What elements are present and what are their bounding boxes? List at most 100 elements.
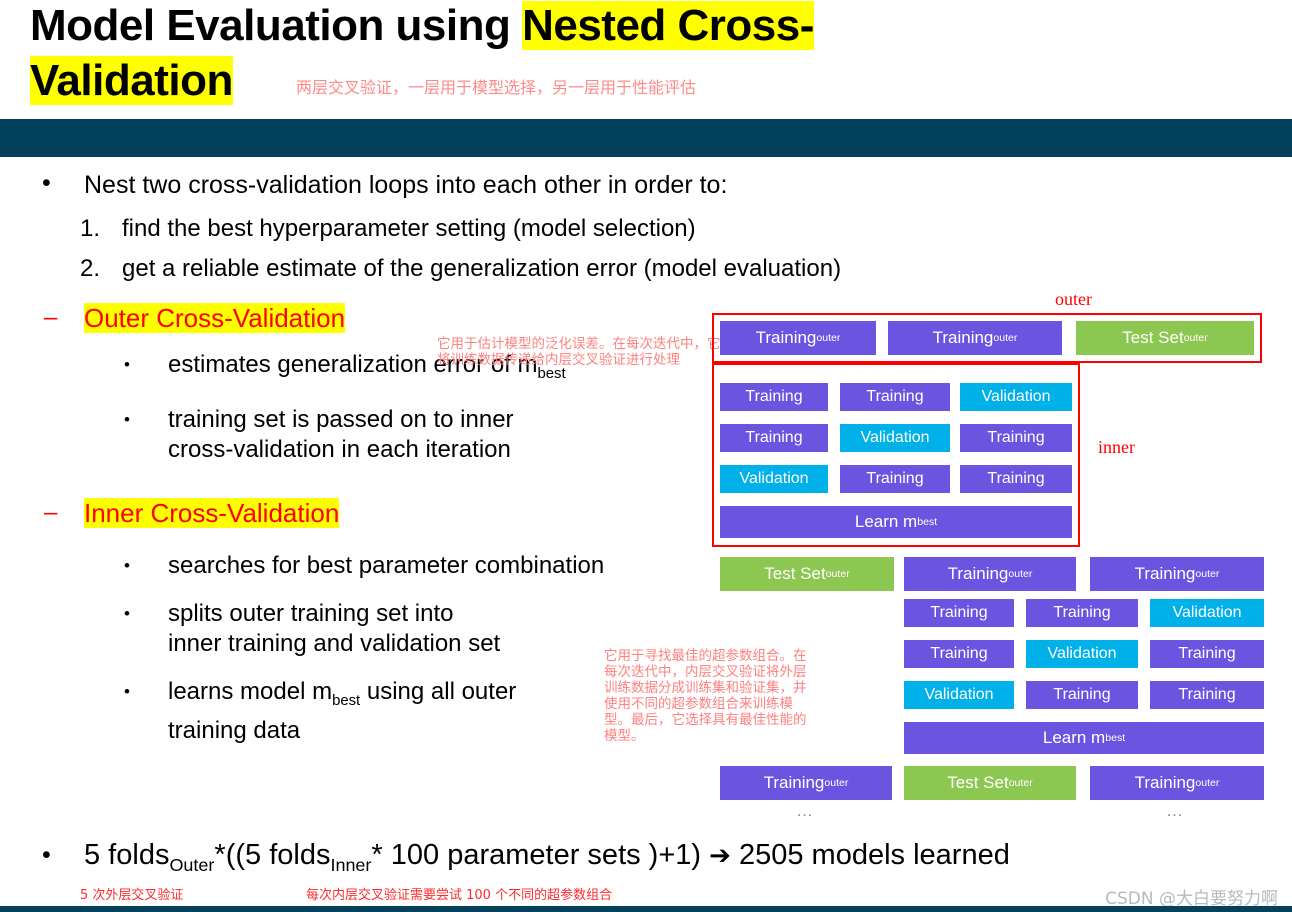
block-test-set-outer: Test Set outer xyxy=(904,766,1076,800)
block-training: Training xyxy=(904,640,1014,668)
sub-bullet-icon: • xyxy=(124,555,130,575)
dash-marker-icon: – xyxy=(44,304,58,331)
block-validation: Validation xyxy=(904,681,1014,709)
block-sub: outer xyxy=(1195,568,1220,580)
outer-point-2-cont-text: cross-validation in each iteration xyxy=(168,435,511,463)
block-training: Training xyxy=(960,424,1072,452)
block-sub: best xyxy=(1105,732,1126,744)
bullet-lead: • Nest two cross-validation loops into e… xyxy=(0,169,760,200)
block-learn-mbest: Learn m best xyxy=(904,722,1264,754)
bullet-marker-icon: • xyxy=(42,169,51,197)
block-sub: outer xyxy=(1195,777,1220,789)
summary-annotation-right-cn: 每次内层交叉验证需要尝试 100 个不同的超参数组合 xyxy=(306,888,613,903)
block-label: Validation xyxy=(1047,645,1117,662)
title-plain-text: Model Evaluation using xyxy=(30,1,523,50)
block-label: Training xyxy=(755,328,817,347)
block-label: Training xyxy=(930,645,988,662)
inner-point-1-text: searches for best parameter combination xyxy=(168,551,605,579)
block-label: Training xyxy=(1053,604,1111,621)
block-sub: outer xyxy=(1008,568,1033,580)
block-sub: outer xyxy=(816,332,841,344)
inner-cv-heading: Inner Cross-Validation xyxy=(84,497,340,528)
block-learn-mbest: Learn m best xyxy=(720,506,1072,538)
summary-part-3: * 100 parameter sets )+1) xyxy=(371,839,710,871)
numbered-item-2: 2. get a reliable estimate of the genera… xyxy=(0,254,841,284)
summary-annotation-left-cn: 5 次外层交叉验证 xyxy=(80,888,184,903)
block-label: Validation xyxy=(860,429,930,446)
block-training-outer: Training outer xyxy=(720,321,876,355)
block-label: Training xyxy=(1134,773,1196,792)
numbered-item-1-text: find the best hyperparameter setting (mo… xyxy=(122,215,696,242)
nested-cv-diagram: outer inner Training outer Training outer … xyxy=(700,285,1292,820)
outer-cv-annotation-cn: 它用于估计模型的泛化误差。在每次迭代中，它将训练数据传递给内层交叉验证进行处理 xyxy=(437,336,721,368)
inner-point-2-cont-text: inner training and validation set xyxy=(168,629,501,657)
block-label: Training xyxy=(1134,564,1196,583)
block-training-outer: Training outer xyxy=(888,321,1062,355)
numbered-item-2-text: get a reliable estimate of the generaliz… xyxy=(122,255,842,282)
block-training: Training xyxy=(1150,681,1264,709)
outer-point-2: • training set is passed on to inner xyxy=(0,405,760,435)
block-label: Training xyxy=(745,388,803,405)
block-training-outer: Training outer xyxy=(904,557,1076,591)
block-label: Training xyxy=(947,564,1009,583)
title-line-1: Model Evaluation using Nested Cross- xyxy=(30,0,1260,53)
section-inner-cross-validation: – Inner Cross-Validation xyxy=(0,497,760,529)
block-validation: Validation xyxy=(1150,599,1264,627)
block-training: Training xyxy=(960,465,1072,493)
bullet-lead-text: Nest two cross-validation loops into eac… xyxy=(84,171,728,199)
block-label: Training xyxy=(745,429,803,446)
block-sub: best xyxy=(917,516,938,528)
block-test-set-outer: Test Set outer xyxy=(720,557,894,591)
inner-point-3-cont-text: training data xyxy=(168,716,301,744)
summary-part-1: 5 folds xyxy=(84,839,170,871)
summary-part-4: 2505 models learned xyxy=(730,839,1010,871)
summary-line: • 5 foldsOuter*((5 foldsInner* 100 parame… xyxy=(0,838,1292,882)
block-training: Training xyxy=(720,383,828,411)
block-validation: Validation xyxy=(960,383,1072,411)
sub-bullet-icon: • xyxy=(124,603,130,623)
block-validation: Validation xyxy=(720,465,828,493)
block-label: Learn m xyxy=(1042,728,1106,747)
bullet-marker-icon: • xyxy=(42,841,51,869)
block-label: Training xyxy=(1053,686,1111,703)
numbered-item-1: 1. find the best hyperparameter setting … xyxy=(0,214,760,244)
title-highlight-2: Validation xyxy=(30,56,233,105)
outer-point-2-text: training set is passed on to inner xyxy=(168,405,514,433)
block-label: Training xyxy=(866,388,924,405)
block-sub: outer xyxy=(1008,777,1033,789)
block-label: Training xyxy=(1178,686,1236,703)
block-label: Test Set xyxy=(1122,328,1184,347)
inner-point-2-text: splits outer training set into xyxy=(168,599,454,627)
ellipsis-left: … xyxy=(796,801,814,820)
block-label: Validation xyxy=(1172,604,1242,621)
block-label: Training xyxy=(987,470,1045,487)
block-validation: Validation xyxy=(1026,640,1138,668)
block-sub: outer xyxy=(824,777,849,789)
sub-bullet-icon: • xyxy=(124,681,130,701)
right-arrow-icon: ➔ xyxy=(709,840,731,870)
diagram-label-outer: outer xyxy=(1055,289,1092,309)
section-outer-cross-validation: – Outer Cross-Validation xyxy=(0,302,760,334)
inner-point-3-text: learns model m xyxy=(168,677,333,705)
block-training: Training xyxy=(840,383,950,411)
block-label: Training xyxy=(1178,645,1236,662)
block-label: Test Set xyxy=(947,773,1009,792)
outer-point-1-sub: best xyxy=(537,365,566,382)
summary-part-2: *((5 folds xyxy=(214,839,331,871)
summary-sub-outer: Outer xyxy=(169,854,215,875)
block-label: Validation xyxy=(981,388,1051,405)
block-training-outer: Training outer xyxy=(1090,557,1264,591)
block-label: Training xyxy=(987,429,1045,446)
block-label: Training xyxy=(763,773,825,792)
block-sub: outer xyxy=(993,332,1018,344)
inner-point-3-sub: best xyxy=(332,692,361,709)
block-label: Training xyxy=(866,470,924,487)
block-label: Training xyxy=(930,604,988,621)
block-training: Training xyxy=(904,599,1014,627)
dash-marker-icon: – xyxy=(44,498,58,526)
list-number-2: 2. xyxy=(80,255,101,282)
block-label: Validation xyxy=(739,470,809,487)
inner-point-2: • splits outer training set into xyxy=(0,599,760,629)
block-validation: Validation xyxy=(840,424,950,452)
outer-point-2-cont: cross-validation in each iteration xyxy=(0,435,760,465)
